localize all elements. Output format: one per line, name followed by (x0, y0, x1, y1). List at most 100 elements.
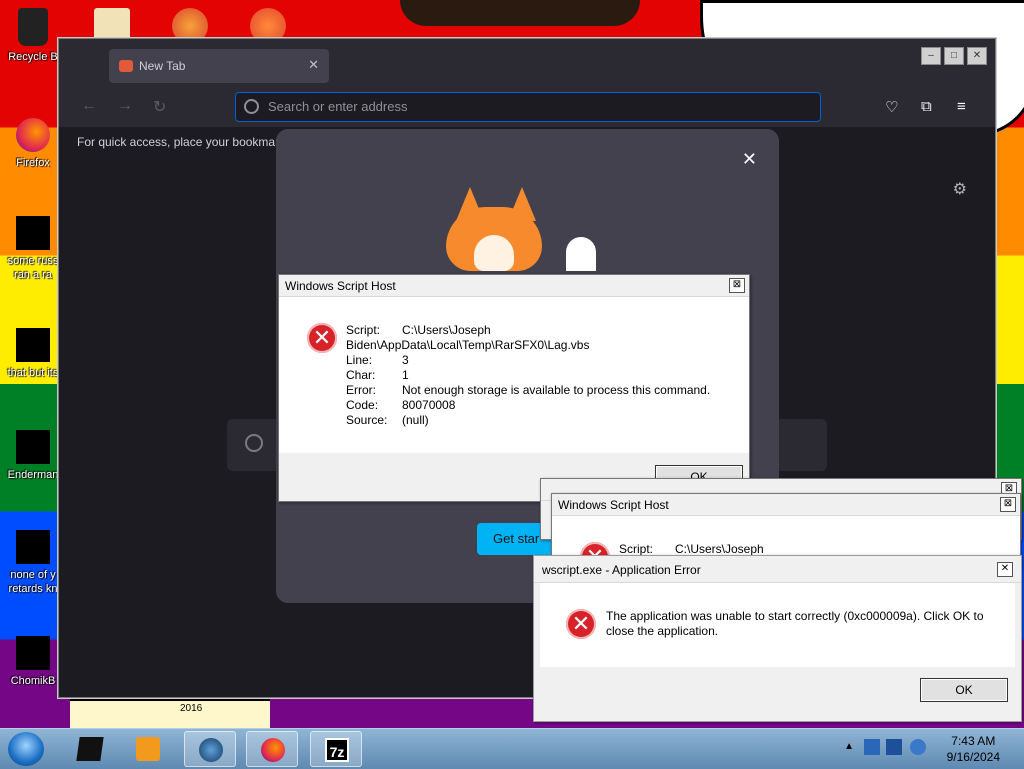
bookmarks-hint: For quick access, place your bookmar (77, 135, 280, 149)
error-message: The application was unable to start corr… (606, 609, 984, 638)
browser-titlebar: New Tab ✕ – □ ✕ (59, 39, 995, 87)
desktop-icon-label: Firefox (16, 157, 50, 169)
clock[interactable]: 7:43 AM 9/16/2024 (947, 733, 1000, 765)
show-hidden-icons-icon[interactable]: ▲ (844, 741, 854, 752)
app-icon (16, 430, 50, 464)
firefox-icon (16, 118, 50, 152)
volume-icon[interactable] (910, 739, 926, 755)
taskbar-firefox[interactable] (246, 731, 298, 767)
pocket-icon[interactable]: ♡ (885, 98, 898, 116)
dialog-titlebar: wscript.exe - Application Error ✕ (534, 556, 1021, 583)
detail-key: Script: (346, 323, 381, 337)
desktop-icon-label: ChomikB (10, 675, 56, 687)
address-placeholder: Search or enter address (268, 99, 408, 114)
desktop-icon-enderman[interactable]: Enderman (2, 430, 64, 482)
globe-icon (199, 738, 223, 762)
gear-icon[interactable]: ⚙ (953, 179, 967, 199)
recycle-bin-icon (18, 8, 48, 46)
detail-value: C:\Users\Joseph (675, 542, 764, 556)
maximize-button[interactable]: □ (944, 47, 964, 65)
wallpaper-year-label: 2016 (180, 703, 203, 714)
search-icon (245, 434, 263, 452)
detail-key: Char: (346, 368, 376, 382)
fox-illustration (446, 187, 596, 271)
app-icon (76, 737, 104, 761)
wsh-error-dialog: Windows Script Host ⊠ ✕ Script: C:\Users\… (278, 274, 750, 502)
tab-close-icon[interactable]: ✕ (308, 57, 319, 73)
detail-key: Code: (346, 398, 379, 412)
ok-button[interactable]: OK (920, 678, 1008, 702)
detail-value: Biden\AppData\Local\Temp\RarSFX0\Lag.vbs (346, 338, 590, 352)
desktop-icon-label-line2: ran a ra (14, 269, 52, 281)
dialog-titlebar: Windows Script Host ⊠ (552, 494, 1020, 516)
reload-icon[interactable]: ↻ (153, 97, 166, 117)
close-icon[interactable]: ⊠ (729, 278, 745, 293)
minimize-button[interactable]: – (921, 47, 941, 65)
dialog-title: Windows Script Host (558, 498, 669, 512)
tab-title: New Tab (139, 59, 186, 73)
media-player-icon (136, 737, 160, 761)
desktop-wallpaper-shape (400, 0, 640, 26)
tab-new-tab[interactable]: New Tab ✕ (109, 49, 329, 83)
desktop-icon-label-line2: retards kn (8, 583, 58, 595)
file-icon (16, 530, 50, 564)
forward-arrow-icon[interactable]: → (117, 97, 133, 115)
firefox-icon (261, 738, 285, 762)
desktop-icon-label: Recycle B (8, 51, 58, 63)
taskbar-app-1[interactable] (64, 731, 116, 767)
desktop-icon-file-2[interactable]: that but its (2, 328, 64, 380)
dialog-body: ✕ The application was unable to start co… (540, 583, 1015, 667)
file-icon (16, 328, 50, 362)
error-icon: ✕ (566, 609, 596, 639)
app-error-dialog: wscript.exe - Application Error ✕ ✕ The … (533, 555, 1022, 722)
back-arrow-icon[interactable]: ← (81, 97, 97, 115)
taskbar-media-player[interactable] (122, 731, 174, 767)
close-icon[interactable]: ⊠ (1000, 497, 1016, 512)
desktop-icon-label: that but its (7, 367, 59, 379)
taskbar: 7z ▲ 7:43 AM 9/16/2024 (0, 728, 1024, 769)
firefox-favicon-icon (119, 60, 133, 72)
desktop-icon-label: Enderman (7, 469, 59, 481)
desktop-icon-file-1[interactable]: some russ ran a ra (2, 216, 64, 282)
desktop-icon-firefox[interactable]: Firefox (2, 118, 64, 170)
error-details: Script: C:\Users\Joseph Biden\AppData\Loc… (346, 323, 710, 428)
window-controls: – □ ✕ (921, 47, 987, 65)
clock-time: 7:43 AM (951, 734, 996, 748)
action-center-icon[interactable] (886, 739, 902, 755)
extensions-icon[interactable]: ⧉ (921, 98, 932, 115)
detail-value: Not enough storage is available to proce… (402, 383, 711, 397)
search-icon (244, 99, 259, 114)
detail-value: 3 (402, 353, 409, 367)
app-icon (16, 636, 50, 670)
dialog-title: Windows Script Host (285, 279, 396, 293)
modal-close-icon[interactable]: ✕ (742, 149, 757, 170)
detail-key: Line: (346, 353, 373, 367)
error-icon: ✕ (307, 323, 337, 353)
desktop-icon-recycle-bin[interactable]: Recycle B (2, 8, 64, 64)
file-icon (16, 216, 50, 250)
7zip-icon: 7z (325, 738, 349, 762)
desktop-icon-chomik[interactable]: ChomikB (2, 636, 64, 688)
detail-value: C:\Users\Joseph (402, 323, 491, 337)
network-icon[interactable] (864, 739, 880, 755)
detail-value: 80070008 (402, 398, 456, 412)
detail-key: Source: (346, 413, 388, 427)
taskbar-7zip[interactable]: 7z (310, 731, 362, 767)
start-button[interactable] (8, 732, 44, 766)
clock-date: 9/16/2024 (946, 750, 1000, 764)
address-bar[interactable]: Search or enter address (235, 92, 821, 122)
desktop-icon-file-3[interactable]: none of y retards kn (2, 530, 64, 596)
dialog-body: ✕ Script: C:\Users\Joseph Biden\AppData\L… (279, 297, 749, 453)
browser-toolbar: ← → ↻ Search or enter address ♡ ⧉ ≡ (59, 87, 995, 127)
taskbar-app-globe[interactable] (184, 731, 236, 767)
dialog-title: wscript.exe - Application Error (542, 563, 701, 577)
detail-value: 1 (402, 368, 409, 382)
close-icon[interactable]: ✕ (997, 562, 1013, 577)
desktop-icon-label: some russ (7, 255, 59, 267)
detail-value: (null) (402, 413, 429, 427)
detail-key: Error: (346, 383, 376, 397)
close-window-button[interactable]: ✕ (967, 47, 987, 65)
dialog-titlebar: Windows Script Host ⊠ (279, 275, 749, 297)
desktop-icon-label: none of y (10, 569, 56, 581)
menu-hamburger-icon[interactable]: ≡ (957, 98, 966, 115)
